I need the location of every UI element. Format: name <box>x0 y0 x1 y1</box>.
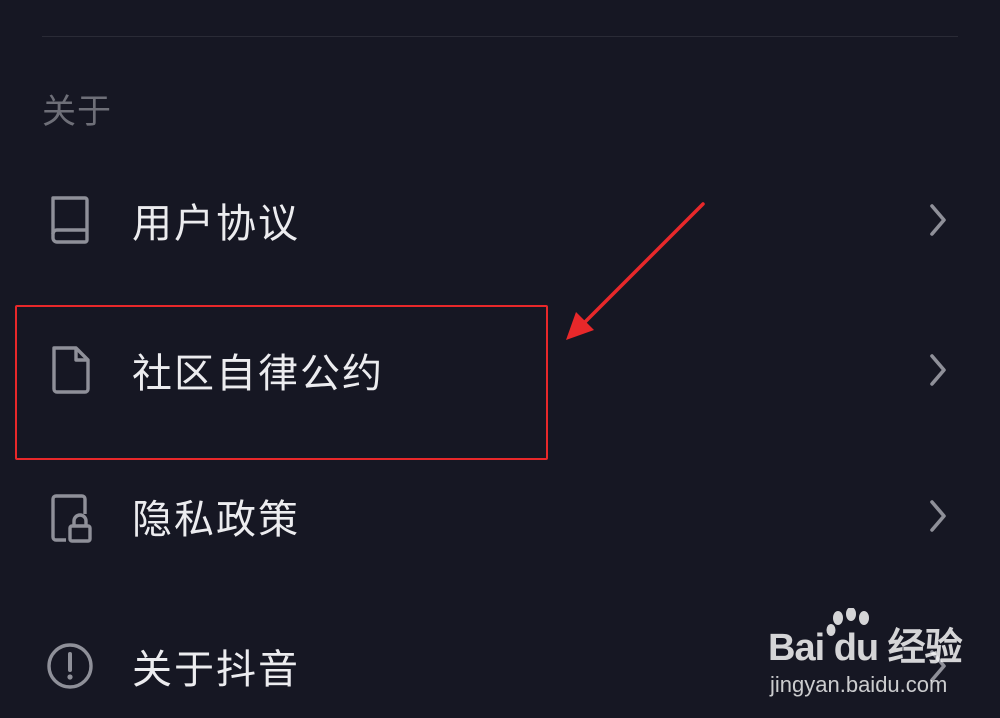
info-circle-icon <box>47 643 93 689</box>
chevron-right-icon <box>930 204 946 236</box>
chevron-right-icon <box>930 650 946 682</box>
menu-item-about-douyin[interactable]: 关于抖音 <box>0 594 1000 718</box>
chevron-right-icon <box>930 354 946 386</box>
menu-item-label: 关于抖音 <box>132 647 300 693</box>
chevron-right-icon <box>930 500 946 532</box>
settings-screen: 关于 用户协议 社区自律公约 隐私政策 关于抖音 Bai du 经验 jingy… <box>0 0 1000 718</box>
menu-item-privacy-policy[interactable]: 隐私政策 <box>0 446 1000 596</box>
menu-item-user-agreement[interactable]: 用户协议 <box>0 148 1000 298</box>
book-icon <box>51 196 89 244</box>
menu-item-label: 隐私政策 <box>132 497 300 543</box>
privacy-lock-icon <box>51 494 92 543</box>
menu-item-label: 用户协议 <box>132 201 300 247</box>
annotation-highlight-box <box>15 305 548 460</box>
section-title: 关于 <box>42 92 112 132</box>
section-divider <box>42 36 958 37</box>
